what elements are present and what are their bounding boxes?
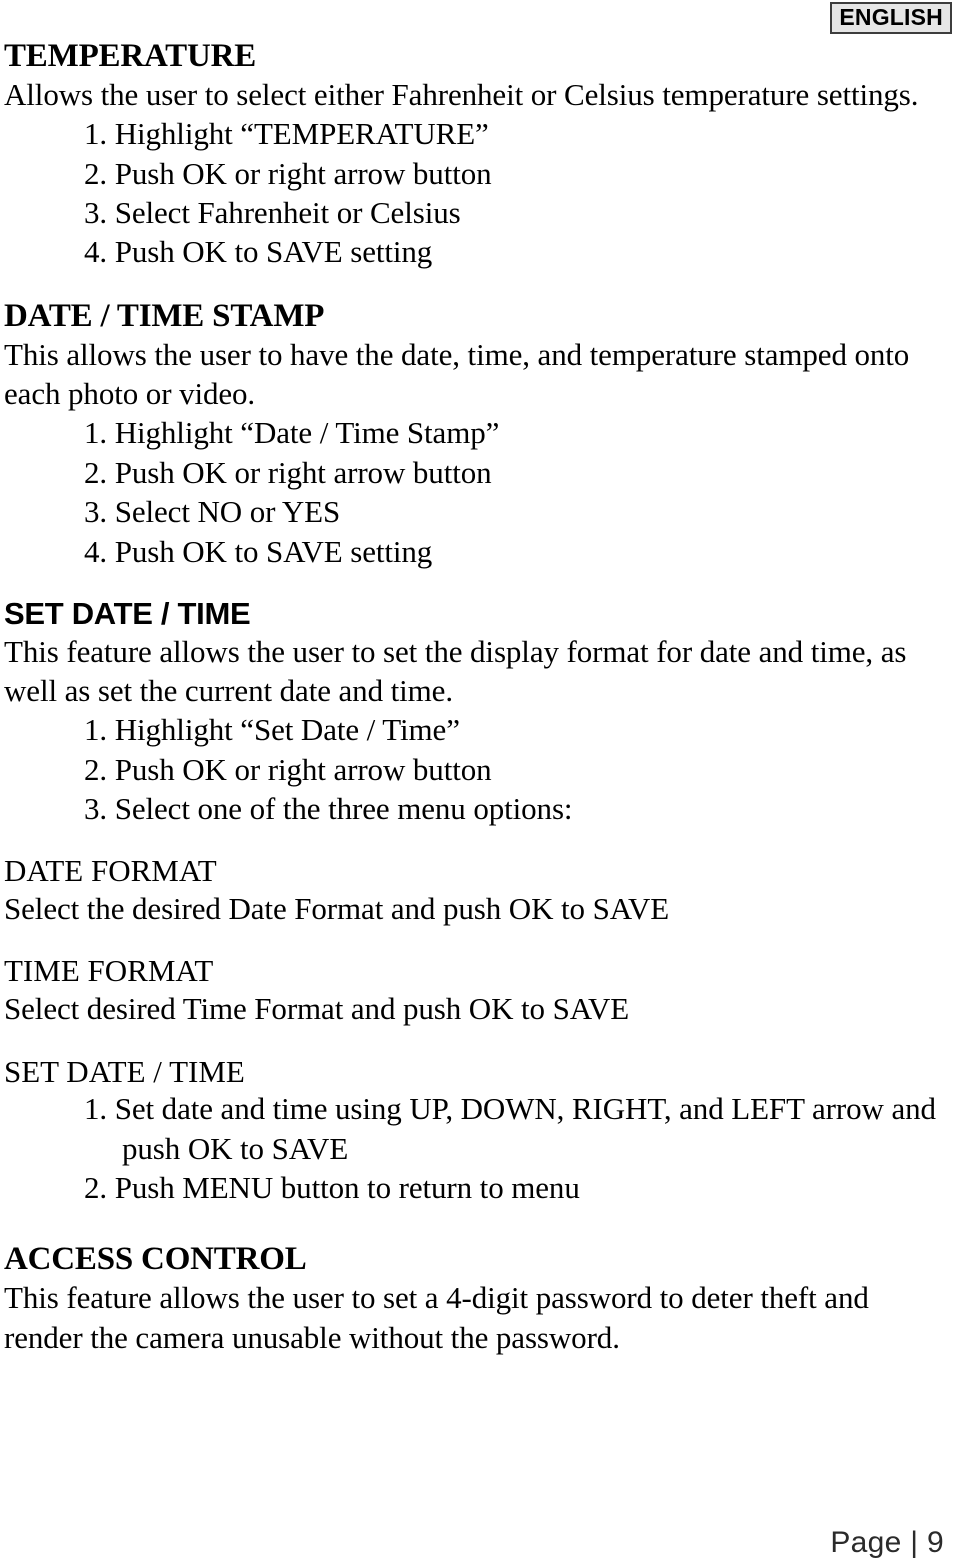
section-heading-access-control: ACCESS CONTROL (4, 1241, 307, 1278)
page-header: ENGLISH (4, 0, 952, 38)
page-footer: Page | 9 (830, 1526, 944, 1559)
list-item: 2. Push MENU button to return to menu (84, 1169, 580, 1205)
list-item: 1. Highlight “Date / Time Stamp” (84, 415, 500, 451)
list-item: 2. Push OK or right arrow button (84, 454, 492, 490)
section-body-access-control: This feature allows the user to set a 4-… (4, 1280, 869, 1355)
list-item: 4. Push OK to SAVE setting (84, 234, 433, 270)
list-item: 3. Select Fahrenheit or Celsius (84, 195, 461, 231)
section-heading-temperature: TEMPERATURE (4, 38, 257, 74)
section-body-date-time-stamp: This allows the user to have the date, t… (4, 336, 910, 412)
list-item: 3. Select one of the three menu options: (84, 791, 573, 827)
subsection-body-time-format: Select desired Time Format and push OK t… (4, 991, 630, 1027)
subsection-heading-time-format: TIME FORMAT (4, 953, 214, 989)
manual-page: ENGLISH TEMPERATURE Allows the user to s… (0, 0, 960, 1565)
section-body-set-date-time: This feature allows the user to set the … (4, 633, 907, 708)
list-item: 2. Push OK or right arrow button (84, 155, 492, 191)
section-body-temperature: Allows the user to select either Fahrenh… (4, 76, 919, 112)
section-heading-date-time-stamp: DATE / TIME STAMP (4, 297, 325, 334)
subsection-heading-date-format: DATE FORMAT (4, 853, 217, 889)
list-item: 1. Highlight “Set Date / Time” (84, 712, 460, 748)
list-item: 4. Push OK to SAVE setting (84, 533, 433, 569)
step-list-set-date-time-detail: 1. Set date and time using UP, DOWN, RIG… (4, 1089, 952, 1207)
subsection-body-date-format: Select the desired Date Format and push … (4, 891, 670, 927)
step-list-date-time-stamp: 1. Highlight “Date / Time Stamp” 2. Push… (4, 413, 952, 570)
list-item: 3. Select NO or YES (84, 494, 341, 530)
section-heading-set-date-time: SET DATE / TIME (4, 595, 251, 631)
step-list-temperature: 1. Highlight “TEMPERATURE” 2. Push OK or… (4, 114, 952, 271)
language-badge: ENGLISH (830, 2, 952, 35)
list-item: 1. Set date and time using UP, DOWN, RIG… (84, 1091, 936, 1166)
list-item: 1. Highlight “TEMPERATURE” (84, 116, 489, 152)
step-list-set-date-time: 1. Highlight “Set Date / Time” 2. Push O… (4, 710, 952, 828)
subsection-heading-set-date-time: SET DATE / TIME (4, 1053, 245, 1089)
list-item: 2. Push OK or right arrow button (84, 751, 492, 787)
